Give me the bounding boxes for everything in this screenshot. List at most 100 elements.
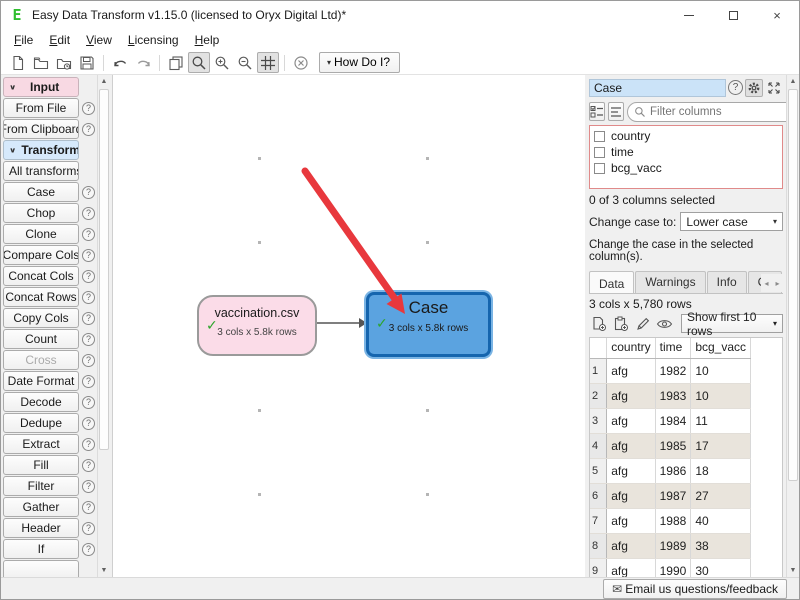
menu-view[interactable]: View bbox=[79, 31, 119, 49]
open-file-icon[interactable] bbox=[30, 52, 52, 73]
duplicate-icon[interactable] bbox=[165, 52, 187, 73]
input-section-header[interactable]: ∨Input bbox=[3, 77, 79, 97]
help-icon[interactable]: ? bbox=[82, 312, 95, 325]
how-do-i-button[interactable]: ▾ How Do I? bbox=[319, 52, 400, 73]
close-button[interactable]: × bbox=[755, 1, 799, 29]
rows-shown-dropdown[interactable]: Show first 10 rows ▾ bbox=[681, 314, 783, 333]
panel-scrollbar[interactable]: ▲ ▼ bbox=[786, 75, 799, 577]
tab-warnings[interactable]: Warnings bbox=[635, 271, 705, 293]
scroll-up-icon[interactable]: ▲ bbox=[98, 75, 110, 88]
column-header-time[interactable]: time bbox=[655, 338, 691, 358]
help-icon[interactable]: ? bbox=[82, 270, 95, 283]
help-icon[interactable]: ? bbox=[82, 417, 95, 430]
zoom-out-icon[interactable] bbox=[234, 52, 256, 73]
export-file-icon[interactable] bbox=[589, 314, 608, 333]
transform-date-format-button[interactable]: Date Format bbox=[3, 371, 79, 391]
menu-help[interactable]: Help bbox=[188, 31, 227, 49]
menu-edit[interactable]: Edit bbox=[42, 31, 77, 49]
maximize-button[interactable] bbox=[711, 1, 755, 29]
node-name-field[interactable]: Case bbox=[589, 79, 726, 97]
settings-gear-icon[interactable] bbox=[745, 79, 763, 97]
expand-panel-icon[interactable] bbox=[765, 79, 783, 97]
help-icon[interactable]: ? bbox=[82, 522, 95, 535]
column-list-icon[interactable] bbox=[608, 102, 624, 121]
select-columns-icon[interactable] bbox=[589, 102, 605, 121]
copy-clipboard-icon[interactable] bbox=[611, 314, 630, 333]
transform-clone-button[interactable]: Clone bbox=[3, 224, 79, 244]
menu-licensing[interactable]: Licensing bbox=[121, 31, 186, 49]
open-recent-icon[interactable] bbox=[53, 52, 75, 73]
transform-extract-button[interactable]: Extract bbox=[3, 434, 79, 454]
transform-partial-button[interactable] bbox=[3, 560, 79, 577]
new-file-icon[interactable] bbox=[7, 52, 29, 73]
from-file-button[interactable]: From File bbox=[3, 98, 79, 118]
transform-decode-button[interactable]: Decode bbox=[3, 392, 79, 412]
transform-concat-rows-button[interactable]: Concat Rows bbox=[3, 287, 79, 307]
undo-icon[interactable] bbox=[109, 52, 131, 73]
sidebar-scrollbar[interactable]: ▲ ▼ bbox=[97, 75, 110, 577]
help-icon[interactable]: ? bbox=[82, 228, 95, 241]
save-icon[interactable] bbox=[76, 52, 98, 73]
transform-filter-button[interactable]: Filter bbox=[3, 476, 79, 496]
help-icon[interactable]: ? bbox=[82, 102, 95, 115]
zoom-in-icon[interactable] bbox=[211, 52, 233, 73]
transform-gather-button[interactable]: Gather bbox=[3, 497, 79, 517]
transform-fill-button[interactable]: Fill bbox=[3, 455, 79, 475]
column-header-bcg-vacc[interactable]: bcg_vacc bbox=[691, 338, 751, 358]
help-icon[interactable]: ? bbox=[82, 459, 95, 472]
transform-if-button[interactable]: If bbox=[3, 539, 79, 559]
zoom-icon[interactable] bbox=[188, 52, 210, 73]
help-icon[interactable]: ? bbox=[728, 80, 743, 95]
transform-concat-cols-button[interactable]: Concat Cols bbox=[3, 266, 79, 286]
edit-pencil-icon[interactable] bbox=[633, 314, 652, 333]
tab-info[interactable]: Info bbox=[707, 271, 747, 293]
tab-data[interactable]: Data bbox=[589, 271, 634, 293]
scroll-up-icon[interactable]: ▲ bbox=[787, 75, 799, 88]
data-grid[interactable]: country time bcg_vacc 1afg198210 2afg198… bbox=[589, 337, 783, 577]
change-case-dropdown[interactable]: Lower case ▾ bbox=[680, 212, 783, 231]
help-icon[interactable]: ? bbox=[82, 333, 95, 346]
help-icon[interactable]: ? bbox=[82, 375, 95, 388]
transform-chop-button[interactable]: Chop bbox=[3, 203, 79, 223]
all-transforms-dropdown[interactable]: All transforms▾ bbox=[3, 161, 79, 181]
help-icon[interactable]: ? bbox=[82, 480, 95, 493]
checkbox[interactable] bbox=[594, 163, 605, 174]
transform-count-button[interactable]: Count bbox=[3, 329, 79, 349]
column-row-time[interactable]: time bbox=[592, 144, 782, 160]
preview-eye-icon[interactable] bbox=[655, 314, 674, 333]
from-clipboard-button[interactable]: From Clipboard bbox=[3, 119, 79, 139]
help-icon[interactable]: ? bbox=[82, 501, 95, 514]
transform-dedupe-button[interactable]: Dedupe bbox=[3, 413, 79, 433]
help-icon[interactable]: ? bbox=[82, 123, 95, 136]
checkbox[interactable] bbox=[594, 131, 605, 142]
help-icon[interactable]: ? bbox=[82, 291, 95, 304]
transform-compare-cols-button[interactable]: Compare Cols bbox=[3, 245, 79, 265]
flow-canvas[interactable]: ✓ vaccination.csv 3 cols x 5.8k rows ✓ C… bbox=[112, 75, 585, 577]
checkbox[interactable] bbox=[594, 147, 605, 158]
help-icon[interactable]: ? bbox=[82, 354, 95, 367]
scrollbar-thumb[interactable] bbox=[788, 89, 798, 481]
scroll-down-icon[interactable]: ▼ bbox=[787, 564, 799, 577]
help-icon[interactable]: ? bbox=[82, 186, 95, 199]
transform-section-header[interactable]: ∨Transform bbox=[3, 140, 79, 160]
tab-scroll-right-icon[interactable]: ▸ bbox=[772, 274, 783, 292]
menu-file[interactable]: File bbox=[7, 31, 40, 49]
column-row-country[interactable]: country bbox=[592, 128, 782, 144]
column-row-bcg-vacc[interactable]: bcg_vacc bbox=[592, 160, 782, 176]
scrollbar-thumb[interactable] bbox=[99, 89, 109, 450]
help-icon[interactable]: ? bbox=[82, 249, 95, 262]
grid-snap-icon[interactable] bbox=[257, 52, 279, 73]
minimize-button[interactable] bbox=[667, 1, 711, 29]
filter-columns-input[interactable] bbox=[627, 102, 786, 122]
help-icon[interactable]: ? bbox=[82, 396, 95, 409]
tab-scroll-left-icon[interactable]: ◂ bbox=[761, 274, 772, 292]
transform-copy-cols-button[interactable]: Copy Cols bbox=[3, 308, 79, 328]
email-feedback-button[interactable]: ✉ Email us questions/feedback bbox=[603, 579, 787, 599]
column-header-country[interactable]: country bbox=[607, 338, 655, 358]
scroll-down-icon[interactable]: ▼ bbox=[98, 564, 110, 577]
transform-case-button[interactable]: Case bbox=[3, 182, 79, 202]
help-icon[interactable]: ? bbox=[82, 438, 95, 451]
help-icon[interactable]: ? bbox=[82, 543, 95, 556]
cancel-icon[interactable] bbox=[290, 52, 312, 73]
transform-header-button[interactable]: Header bbox=[3, 518, 79, 538]
